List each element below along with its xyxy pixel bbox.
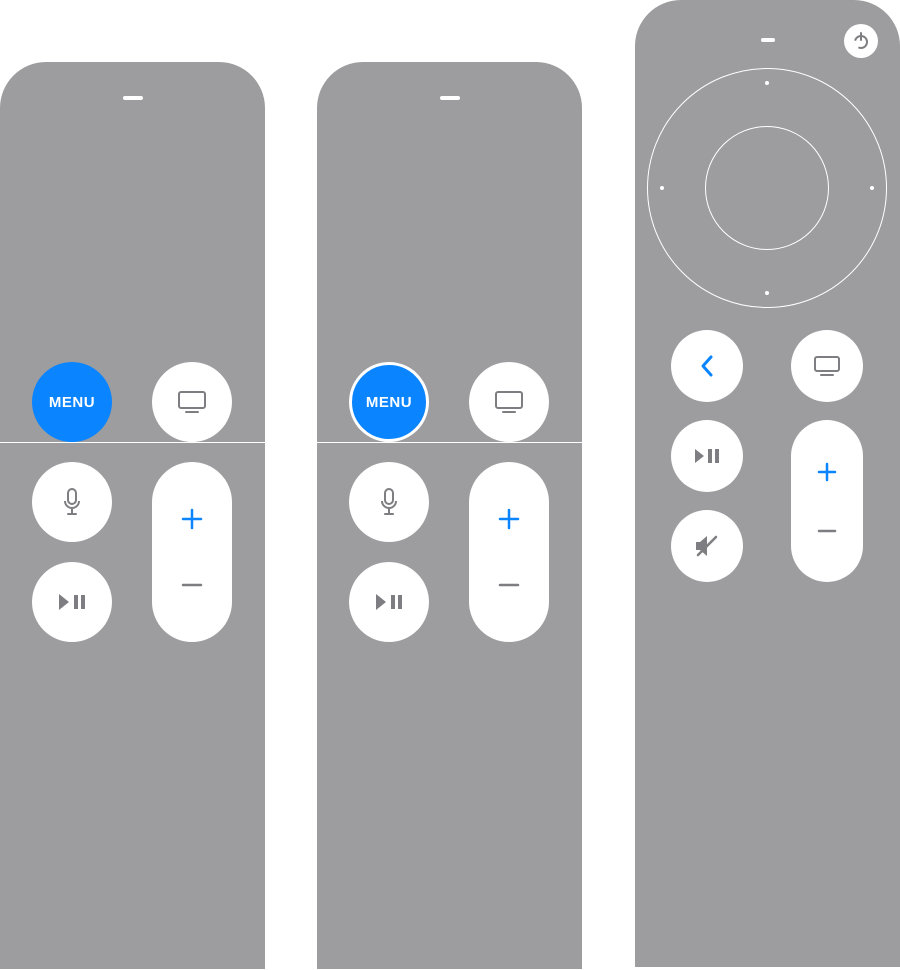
tv-icon — [494, 390, 524, 414]
menu-button-label: MENU — [49, 394, 95, 411]
tv-button[interactable] — [469, 362, 549, 442]
play-pause-icon — [57, 592, 87, 612]
remote-mic-slit — [123, 96, 143, 100]
back-button[interactable] — [671, 330, 743, 402]
mute-button[interactable] — [671, 510, 743, 582]
play-pause-icon — [693, 447, 721, 465]
power-icon — [852, 32, 870, 50]
plus-icon — [181, 508, 203, 530]
wheel-dot-left — [660, 186, 664, 190]
volume-rocker — [152, 462, 232, 642]
volume-down-button[interactable] — [791, 501, 863, 560]
touch-surface-divider — [0, 442, 265, 443]
wheel-dot-right — [870, 186, 874, 190]
siri-remote-1st-gen-alt: MENU — [317, 62, 582, 969]
menu-button-label: MENU — [366, 394, 412, 411]
play-pause-button[interactable] — [671, 420, 743, 492]
wheel-dot-down — [765, 291, 769, 295]
chevron-left-icon — [699, 354, 715, 378]
tv-icon — [813, 355, 841, 377]
remote-mic-slit — [761, 38, 775, 42]
tv-button[interactable] — [152, 362, 232, 442]
touch-surface-divider — [317, 442, 582, 443]
mute-icon — [694, 534, 720, 558]
siri-remote-1st-gen: MENU — [0, 62, 265, 969]
menu-button[interactable]: MENU — [349, 362, 429, 442]
power-button[interactable] — [844, 24, 878, 58]
play-pause-icon — [374, 592, 404, 612]
siri-remote-2nd-gen — [635, 0, 900, 967]
volume-down-button[interactable] — [469, 552, 549, 618]
mic-button[interactable] — [32, 462, 112, 542]
menu-button[interactable]: MENU — [32, 362, 112, 442]
minus-icon — [498, 574, 520, 596]
play-pause-button[interactable] — [349, 562, 429, 642]
remote-mic-slit — [440, 96, 460, 100]
mic-button[interactable] — [349, 462, 429, 542]
volume-rocker — [791, 420, 863, 582]
wheel-dot-up — [765, 81, 769, 85]
play-pause-button[interactable] — [32, 562, 112, 642]
mic-icon — [63, 488, 81, 516]
volume-up-button[interactable] — [469, 486, 549, 552]
plus-icon — [817, 462, 837, 482]
volume-up-button[interactable] — [152, 486, 232, 552]
volume-up-button[interactable] — [791, 442, 863, 501]
volume-rocker — [469, 462, 549, 642]
volume-down-button[interactable] — [152, 552, 232, 618]
click-wheel-center[interactable] — [705, 126, 829, 250]
minus-icon — [817, 521, 837, 541]
plus-icon — [498, 508, 520, 530]
mic-icon — [380, 488, 398, 516]
tv-icon — [177, 390, 207, 414]
click-wheel[interactable] — [647, 68, 887, 308]
minus-icon — [181, 574, 203, 596]
tv-button[interactable] — [791, 330, 863, 402]
